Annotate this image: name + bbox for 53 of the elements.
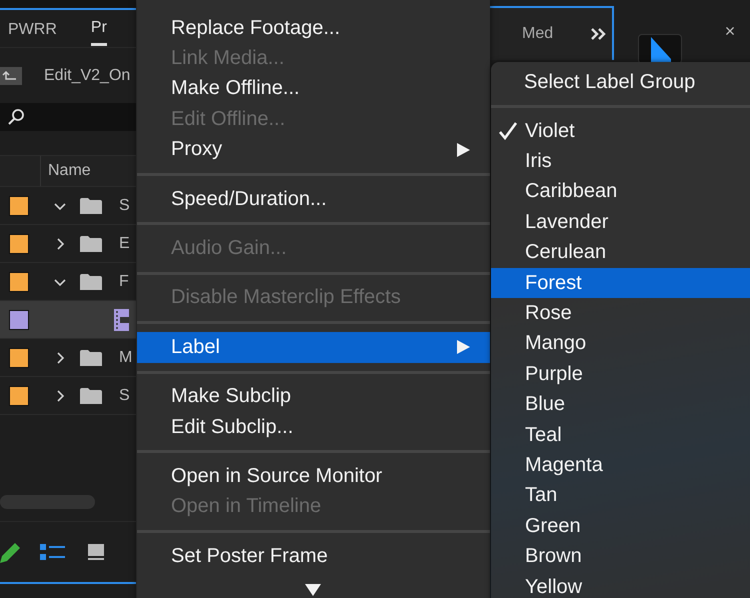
clip-icon — [114, 308, 129, 330]
folder-icon — [80, 274, 102, 290]
bin-name: S — [119, 386, 130, 404]
play-button[interactable] — [638, 34, 682, 64]
bin-row[interactable] — [0, 301, 136, 339]
menu-item[interactable]: Caribbean — [491, 176, 750, 208]
menu-item[interactable]: Violet — [491, 116, 750, 146]
menu-item[interactable]: Purple — [491, 359, 750, 390]
menu-item[interactable]: Cerulean — [491, 238, 750, 268]
menu-item[interactable]: Lavender — [491, 207, 750, 238]
pencil-icon[interactable] — [0, 541, 20, 563]
menu-item[interactable]: Brown — [491, 541, 750, 572]
menu-item[interactable]: Mango — [491, 328, 750, 360]
bin-name: S — [119, 196, 130, 214]
menu-item[interactable]: Make Offline... — [137, 74, 490, 104]
bin-name: M — [119, 348, 132, 366]
scroll-down-icon[interactable] — [305, 584, 321, 596]
menu-item[interactable]: Label — [137, 332, 490, 363]
list-view-button[interactable] — [40, 542, 66, 562]
menu-item[interactable]: Teal — [491, 420, 750, 450]
menu-item[interactable]: Replace Footage... — [137, 13, 490, 44]
menu-item[interactable]: Make Subclip — [137, 382, 490, 412]
menu-item[interactable]: Blue — [491, 390, 750, 420]
folder-icon — [80, 388, 102, 404]
bin-path: Edit_V2_On — [44, 66, 130, 84]
menu-item[interactable]: Yellow — [491, 572, 750, 598]
menu-item[interactable]: Green — [491, 511, 750, 542]
menu-item[interactable]: Proxy — [137, 134, 490, 165]
overflow-chevrons-icon[interactable] — [590, 27, 606, 41]
menu-item[interactable]: Speed/Duration... — [137, 184, 490, 214]
search-field[interactable] — [0, 103, 136, 131]
menu-item[interactable]: Edit Subclip... — [137, 412, 490, 442]
menu-item[interactable]: Iris — [491, 146, 750, 177]
panel-tab[interactable]: Pr — [90, 11, 107, 46]
folder-icon — [80, 350, 102, 366]
bin-name: F — [119, 272, 129, 290]
submenu-title[interactable]: Select Label Group — [491, 67, 750, 97]
menu-item[interactable]: Tan — [491, 480, 750, 512]
menu-item[interactable]: Set Poster Frame — [137, 541, 490, 572]
folder-icon — [80, 236, 102, 252]
search-icon — [8, 109, 24, 125]
up-folder-icon[interactable] — [0, 66, 22, 84]
menu-item[interactable]: Rose — [491, 298, 750, 329]
menu-item[interactable]: Magenta — [491, 450, 750, 481]
panel-tab[interactable]: PWRR — [8, 12, 57, 44]
triangle-icon — [649, 37, 671, 63]
column-header[interactable]: Name — [48, 162, 91, 180]
close-button[interactable]: × — [710, 20, 750, 43]
panel-tab[interactable]: Med — [522, 25, 554, 43]
bin-name: E — [119, 234, 130, 252]
menu-item[interactable]: Forest — [491, 268, 750, 298]
menu-item[interactable]: Open in Source Monitor — [137, 461, 490, 492]
folder-icon — [80, 198, 102, 214]
